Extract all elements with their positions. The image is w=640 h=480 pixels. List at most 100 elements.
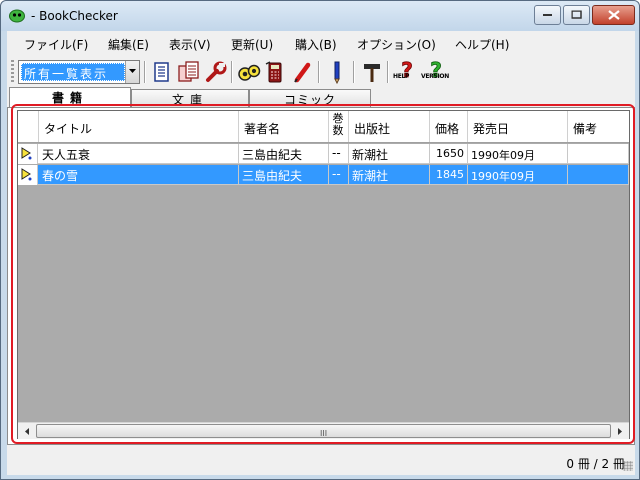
toolbar-separator: [318, 61, 320, 83]
view-select-dropdown[interactable]: [125, 61, 139, 83]
scroll-thumb-grip: III: [320, 429, 328, 438]
app-window: - BookChecker ファイル(F) 編集(E) 表示(V) 更新(U) …: [0, 0, 640, 480]
view-select-value: 所有一覧表示: [21, 63, 125, 81]
toolbar-separator: [144, 61, 146, 83]
list-icon: [154, 62, 169, 82]
column-author-label: 著者名: [244, 122, 281, 136]
help-label: HELP: [393, 73, 410, 80]
hammer-button[interactable]: [360, 60, 384, 84]
version-button[interactable]: ?: [424, 58, 448, 84]
column-header-price[interactable]: 価格: [430, 111, 468, 142]
grid-header: タイトル 著者名 巻数 出版社 価格 発売日 備考: [18, 111, 629, 143]
table-row[interactable]: 天人五衰 三島由紀夫 -- 新潮社 1650 1990年09月: [18, 144, 629, 164]
scroll-right-button[interactable]: [612, 424, 627, 439]
scroll-thumb[interactable]: III: [36, 424, 611, 438]
help-button[interactable]: ?: [395, 58, 419, 84]
menu-edit[interactable]: 編集(E): [108, 36, 149, 53]
cell-title[interactable]: 春の雪: [39, 165, 239, 185]
maximize-icon: [571, 10, 582, 19]
toolbar-separator: [353, 61, 355, 83]
maximize-button[interactable]: [563, 5, 590, 25]
hammer-icon: [364, 64, 380, 82]
cell-volume[interactable]: --: [329, 144, 349, 164]
minimize-icon: [542, 14, 552, 16]
calculator-button[interactable]: [263, 60, 287, 84]
app-logo-icon: [9, 9, 25, 23]
tools-button[interactable]: [204, 60, 228, 84]
chevron-right-icon: [618, 428, 622, 435]
toolbar-separator: [231, 61, 233, 83]
cell-note[interactable]: [568, 144, 629, 164]
menu-options[interactable]: オプション(O): [357, 36, 436, 53]
minimize-button[interactable]: [534, 5, 561, 25]
close-button[interactable]: [592, 5, 635, 25]
column-header-note[interactable]: 備考: [568, 111, 629, 142]
column-release-label: 発売日: [473, 122, 510, 136]
wrench-icon: [206, 61, 227, 82]
view-select[interactable]: 所有一覧表示: [18, 60, 140, 84]
row-pointer-icon: [21, 168, 32, 181]
title-bar[interactable]: - BookChecker: [1, 1, 639, 31]
row-header-corner: [18, 111, 39, 142]
search-button[interactable]: [237, 60, 261, 84]
edit-button[interactable]: [290, 60, 314, 84]
column-note-label: 備考: [573, 122, 598, 136]
cell-author[interactable]: 三島由紀夫: [239, 144, 329, 164]
menu-purchase[interactable]: 購入(B): [295, 36, 337, 53]
close-icon: [607, 10, 620, 20]
column-title-label: タイトル: [44, 122, 93, 136]
tab-bunko[interactable]: 文庫: [131, 89, 249, 107]
menu-view[interactable]: 表示(V): [169, 36, 211, 53]
red-pen-icon: [294, 62, 311, 83]
window-title: - BookChecker: [31, 9, 118, 23]
cell-publisher[interactable]: 新潮社: [349, 165, 430, 185]
column-header-release[interactable]: 発売日: [468, 111, 568, 142]
book-grid: タイトル 著者名 巻数 出版社 価格 発売日 備考 天人五衰 三島由紀夫 -- …: [17, 110, 630, 439]
version-icon: ?: [430, 58, 442, 83]
toolbar-separator: [387, 61, 389, 83]
category-tabs: 書籍 文庫 コミック: [7, 87, 635, 107]
column-header-publisher[interactable]: 出版社: [349, 111, 430, 142]
table-row[interactable]: 春の雪 三島由紀夫 -- 新潮社 1845 1990年09月: [18, 165, 629, 185]
status-bar: 0 冊 / 2 冊: [7, 451, 635, 475]
toolbar: 所有一覧表示 ? HELP ? VERSION: [7, 57, 635, 89]
row-indicator[interactable]: [18, 144, 38, 164]
cell-publisher[interactable]: 新潮社: [349, 144, 430, 164]
cell-release[interactable]: 1990年09月: [468, 144, 568, 164]
binoculars-icon: [238, 64, 261, 81]
resize-grip[interactable]: [623, 461, 633, 471]
calculator-icon: [265, 61, 282, 83]
row-pointer-icon: [21, 147, 32, 160]
menu-help[interactable]: ヘルプ(H): [455, 36, 509, 53]
row-indicator[interactable]: [18, 165, 38, 185]
chevron-left-icon: [25, 428, 29, 435]
multi-list-icon: [178, 61, 199, 82]
column-price-label: 価格: [435, 122, 460, 136]
menu-file[interactable]: ファイル(F): [24, 36, 88, 53]
tab-books[interactable]: 書籍: [9, 87, 131, 107]
column-header-volume[interactable]: 巻数: [329, 111, 349, 142]
column-header-title[interactable]: タイトル: [39, 111, 239, 142]
client-area: ファイル(F) 編集(E) 表示(V) 更新(U) 購入(B) オプション(O)…: [7, 31, 635, 475]
column-volume-label: 巻数: [332, 112, 344, 137]
cell-note[interactable]: [568, 165, 629, 185]
column-header-author[interactable]: 著者名: [239, 111, 329, 142]
scroll-left-button[interactable]: [20, 424, 35, 439]
cell-release[interactable]: 1990年09月: [468, 165, 568, 185]
cell-price[interactable]: 1845: [430, 165, 468, 185]
chevron-down-icon: [129, 69, 136, 73]
cell-title[interactable]: 天人五衰: [39, 144, 239, 164]
pen-button[interactable]: [325, 60, 349, 85]
cell-price[interactable]: 1650: [430, 144, 468, 164]
cell-volume[interactable]: --: [329, 165, 349, 185]
help-icon: ?: [401, 58, 413, 83]
horizontal-scrollbar[interactable]: III: [18, 422, 629, 439]
multi-list-button[interactable]: [177, 60, 201, 84]
list-button[interactable]: [150, 60, 174, 84]
toolbar-grip[interactable]: [11, 60, 14, 84]
version-label: VERSION: [421, 73, 449, 80]
tab-comic[interactable]: コミック: [249, 89, 371, 107]
blue-pen-icon: [334, 61, 340, 85]
cell-author[interactable]: 三島由紀夫: [239, 165, 329, 185]
menu-update[interactable]: 更新(U): [231, 36, 273, 53]
